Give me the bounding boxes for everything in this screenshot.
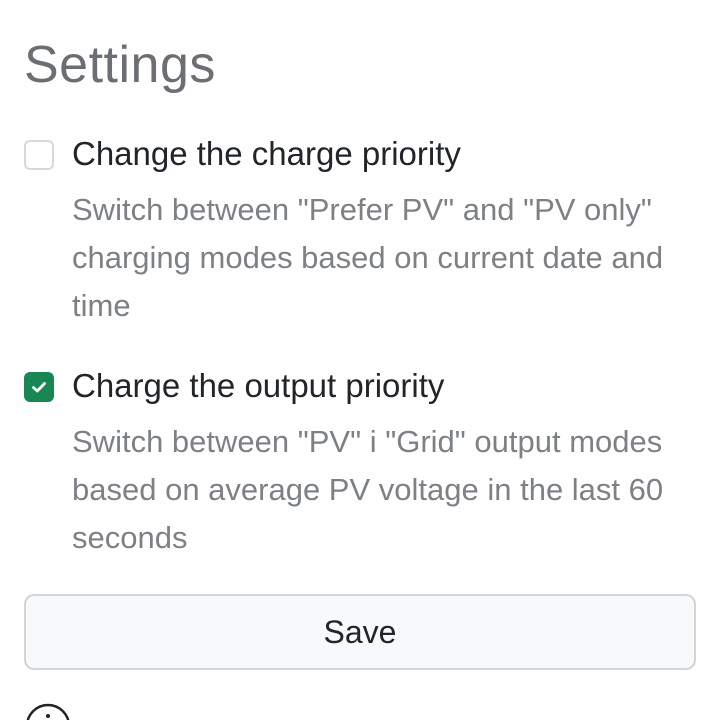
page-title: Settings (24, 36, 216, 94)
check-icon (32, 382, 46, 393)
charge-priority-label[interactable]: Change the charge priority (72, 132, 461, 176)
charge-priority-checkbox[interactable] (24, 140, 54, 170)
output-priority-label[interactable]: Charge the output priority (72, 364, 444, 408)
output-priority-checkbox[interactable] (24, 372, 54, 402)
settings-page: Settings Change the charge priority Swit… (0, 0, 720, 720)
output-priority-description: Switch between "PV" i "Grid" output mode… (72, 424, 664, 555)
save-button[interactable]: Save (24, 594, 696, 670)
charge-priority-description: Switch between "Prefer PV" and "PV only"… (72, 192, 664, 323)
info-icon (26, 703, 70, 720)
